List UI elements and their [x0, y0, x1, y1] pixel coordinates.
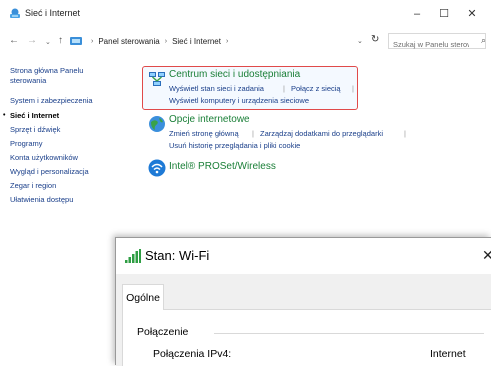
dialog-close-button[interactable]: ✕ [482, 247, 491, 264]
manage-addons-link[interactable]: Zarządzaj dodatkami do przeglądarki [260, 129, 383, 138]
tab-general[interactable]: Ogólne [122, 284, 164, 311]
link-separator: | [352, 84, 354, 93]
breadcrumb-separator: › [91, 37, 94, 45]
ipv4-connectivity-label: Połączenia IPv4: [153, 348, 232, 360]
connection-group-label: Połączenie [137, 326, 189, 338]
minimize-button[interactable]: – [405, 6, 429, 22]
breadcrumb-network-internet[interactable]: Sieć i Internet [172, 37, 221, 46]
view-network-computers-link[interactable]: Wyświetl komputery i urządzenia sieciowe [169, 96, 309, 105]
maximize-button[interactable]: ☐ [432, 6, 456, 22]
nav-item-label: Sieć i Internet [10, 111, 60, 120]
ipv4-connectivity-value: Internet [430, 348, 466, 360]
change-homepage-link[interactable]: Zmień stronę główną [169, 129, 239, 138]
internet-options-globe-icon [149, 116, 165, 132]
dialog-title-bar: Stan: Wi-Fi ✕ [116, 238, 491, 274]
tab-content-general: Połączenie Połączenia IPv4: Internet [122, 310, 491, 366]
control-panel-icon [70, 37, 82, 45]
search-icon[interactable]: ⌕ [481, 35, 486, 46]
network-sharing-center-icon [149, 72, 165, 86]
dialog-body: Ogólne Połączenie Połączenia IPv4: Inter… [116, 274, 491, 366]
nav-item-ease-of-access[interactable]: Ułatwienia dostępu [10, 195, 115, 205]
breadcrumb-separator: › [164, 37, 168, 45]
search-input[interactable] [389, 37, 469, 52]
close-button[interactable]: ✕ [460, 6, 484, 22]
internet-options-link[interactable]: Opcje internetowe [169, 114, 250, 125]
nav-item-user-accounts[interactable]: Konta użytkowników [10, 153, 115, 163]
breadcrumb-separator: › [225, 37, 229, 45]
network-internet-icon [10, 8, 20, 18]
address-dropdown-icon[interactable]: ⌄ [357, 37, 363, 45]
up-button[interactable]: ↑ [58, 34, 63, 48]
nav-item-system-security[interactable]: System i zabezpieczenia [10, 96, 115, 106]
nav-item-clock-region[interactable]: Zegar i region [10, 181, 115, 191]
breadcrumb-control-panel[interactable]: Panel sterowania [98, 37, 159, 46]
network-sharing-center-link[interactable]: Centrum sieci i udostępniania [169, 69, 300, 80]
wifi-status-dialog: Stan: Wi-Fi ✕ Ogólne Połączenie Połączen… [115, 237, 491, 366]
address-bar: ← → ⌄ ↑ › Panel sterowania › Sieć i Inte… [0, 30, 491, 52]
intel-proset-wireless-link[interactable]: Intel® PROSet/Wireless [169, 161, 276, 172]
back-button[interactable]: ← [9, 34, 19, 48]
breadcrumb[interactable]: › Panel sterowania › Sieć i Internet › [70, 33, 350, 49]
link-separator: | [404, 129, 406, 138]
view-network-status-link[interactable]: Wyświetl stan sieci i zadania [169, 84, 264, 93]
nav-item-hardware-sound[interactable]: Sprzęt i dźwięk [10, 125, 115, 135]
connect-to-network-link[interactable]: Połącz z siecią [291, 84, 341, 93]
link-separator: | [252, 129, 254, 138]
group-divider [214, 333, 484, 334]
recent-locations-button[interactable]: ⌄ [45, 36, 51, 50]
tab-strip: Ogólne [122, 284, 491, 311]
delete-browsing-history-link[interactable]: Usuń historię przeglądania i pliki cooki… [169, 141, 300, 150]
nav-item-network-internet[interactable]: • Sieć i Internet [3, 111, 115, 121]
window-title: Sieć i Internet [25, 8, 81, 18]
wifi-signal-icon [125, 249, 141, 263]
forward-button[interactable]: → [27, 34, 37, 48]
refresh-icon[interactable]: ↻ [371, 34, 379, 45]
dialog-title: Stan: Wi-Fi [145, 248, 210, 263]
link-separator: | [283, 84, 285, 93]
nav-item-programs[interactable]: Programy [10, 139, 115, 149]
current-item-bullet: • [3, 112, 6, 119]
search-box[interactable]: ⌕ [388, 33, 486, 52]
nav-item-appearance[interactable]: Wygląd i personalizacja [10, 167, 115, 177]
nav-item-control-panel-home[interactable]: Strona główna Panelu sterowania [10, 66, 115, 86]
title-bar: Sieć i Internet – ☐ ✕ [0, 0, 491, 28]
intel-proset-wireless-icon [148, 159, 166, 177]
